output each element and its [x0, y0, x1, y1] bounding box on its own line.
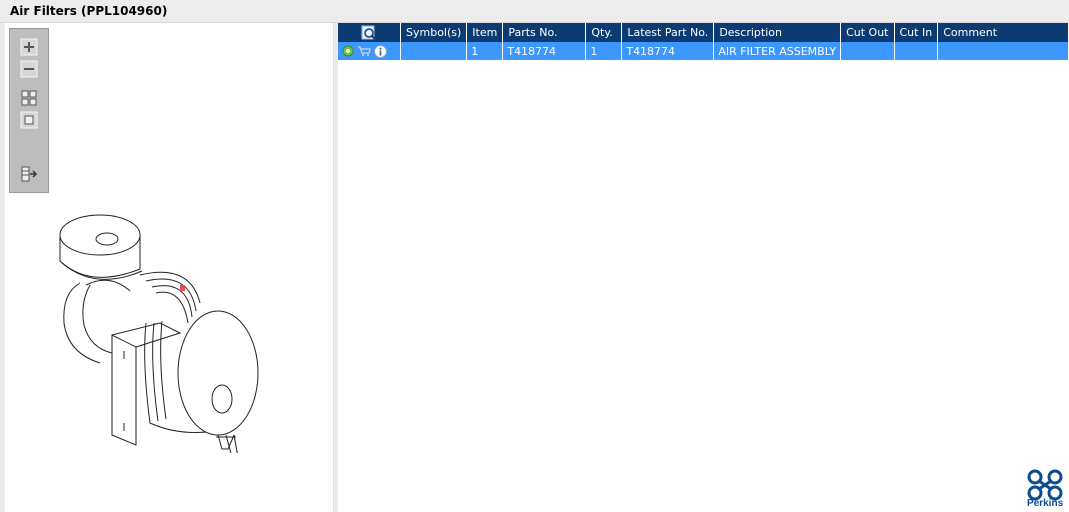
cell-qty: 1	[585, 42, 623, 60]
brand-name: Perkins	[1027, 498, 1064, 509]
column-header-description[interactable]: Description	[713, 23, 842, 42]
cell-comment	[937, 42, 1069, 60]
info-icon[interactable]	[374, 44, 387, 58]
parts-table: Symbol(s) Item Parts No. Qty. Latest Par…	[338, 23, 1069, 60]
zoom-toolbar	[9, 28, 49, 193]
cell-cut-out	[840, 42, 895, 60]
export-icon[interactable]	[20, 165, 38, 183]
table-row[interactable]: 1 T418774 1 T418774 AIR FILTER ASSEMBLY	[338, 42, 1069, 60]
column-header-comment[interactable]: Comment	[937, 23, 1069, 42]
page-title: Air Filters (PPL104960)	[10, 4, 168, 18]
cell-item: 1	[466, 42, 504, 60]
column-header-actions[interactable]	[338, 23, 401, 42]
actual-size-icon[interactable]	[20, 111, 38, 129]
column-header-parts-no[interactable]: Parts No.	[502, 23, 587, 42]
column-header-qty[interactable]: Qty.	[585, 23, 623, 42]
cart-icon[interactable]	[357, 45, 371, 57]
parts-list-pane: Symbol(s) Item Parts No. Qty. Latest Par…	[338, 23, 1069, 512]
illustration-pane[interactable]	[5, 23, 334, 512]
column-header-cut-out[interactable]: Cut Out	[840, 23, 895, 42]
table-header-row: Symbol(s) Item Parts No. Qty. Latest Par…	[338, 23, 1069, 42]
column-header-latest-part-no[interactable]: Latest Part No.	[621, 23, 715, 42]
title-bar: Air Filters (PPL104960)	[0, 0, 1069, 23]
air-filter-drawing	[59, 214, 259, 453]
fit-window-icon[interactable]	[20, 89, 38, 107]
status-ok-icon[interactable]	[342, 45, 354, 57]
column-header-cut-in[interactable]: Cut In	[894, 23, 939, 42]
cell-description: AIR FILTER ASSEMBLY	[713, 42, 842, 60]
cell-cut-in	[894, 42, 939, 60]
cell-symbols	[400, 42, 468, 60]
row-actions-cell	[338, 42, 401, 60]
column-header-item[interactable]: Item	[466, 23, 504, 42]
zoom-in-icon[interactable]	[20, 38, 38, 56]
cell-latest-part-no: T418774	[621, 42, 715, 60]
column-header-symbols[interactable]: Symbol(s)	[400, 23, 468, 42]
search-list-icon[interactable]	[361, 25, 377, 41]
cell-parts-no: T418774	[502, 42, 587, 60]
zoom-out-icon[interactable]	[20, 60, 38, 78]
